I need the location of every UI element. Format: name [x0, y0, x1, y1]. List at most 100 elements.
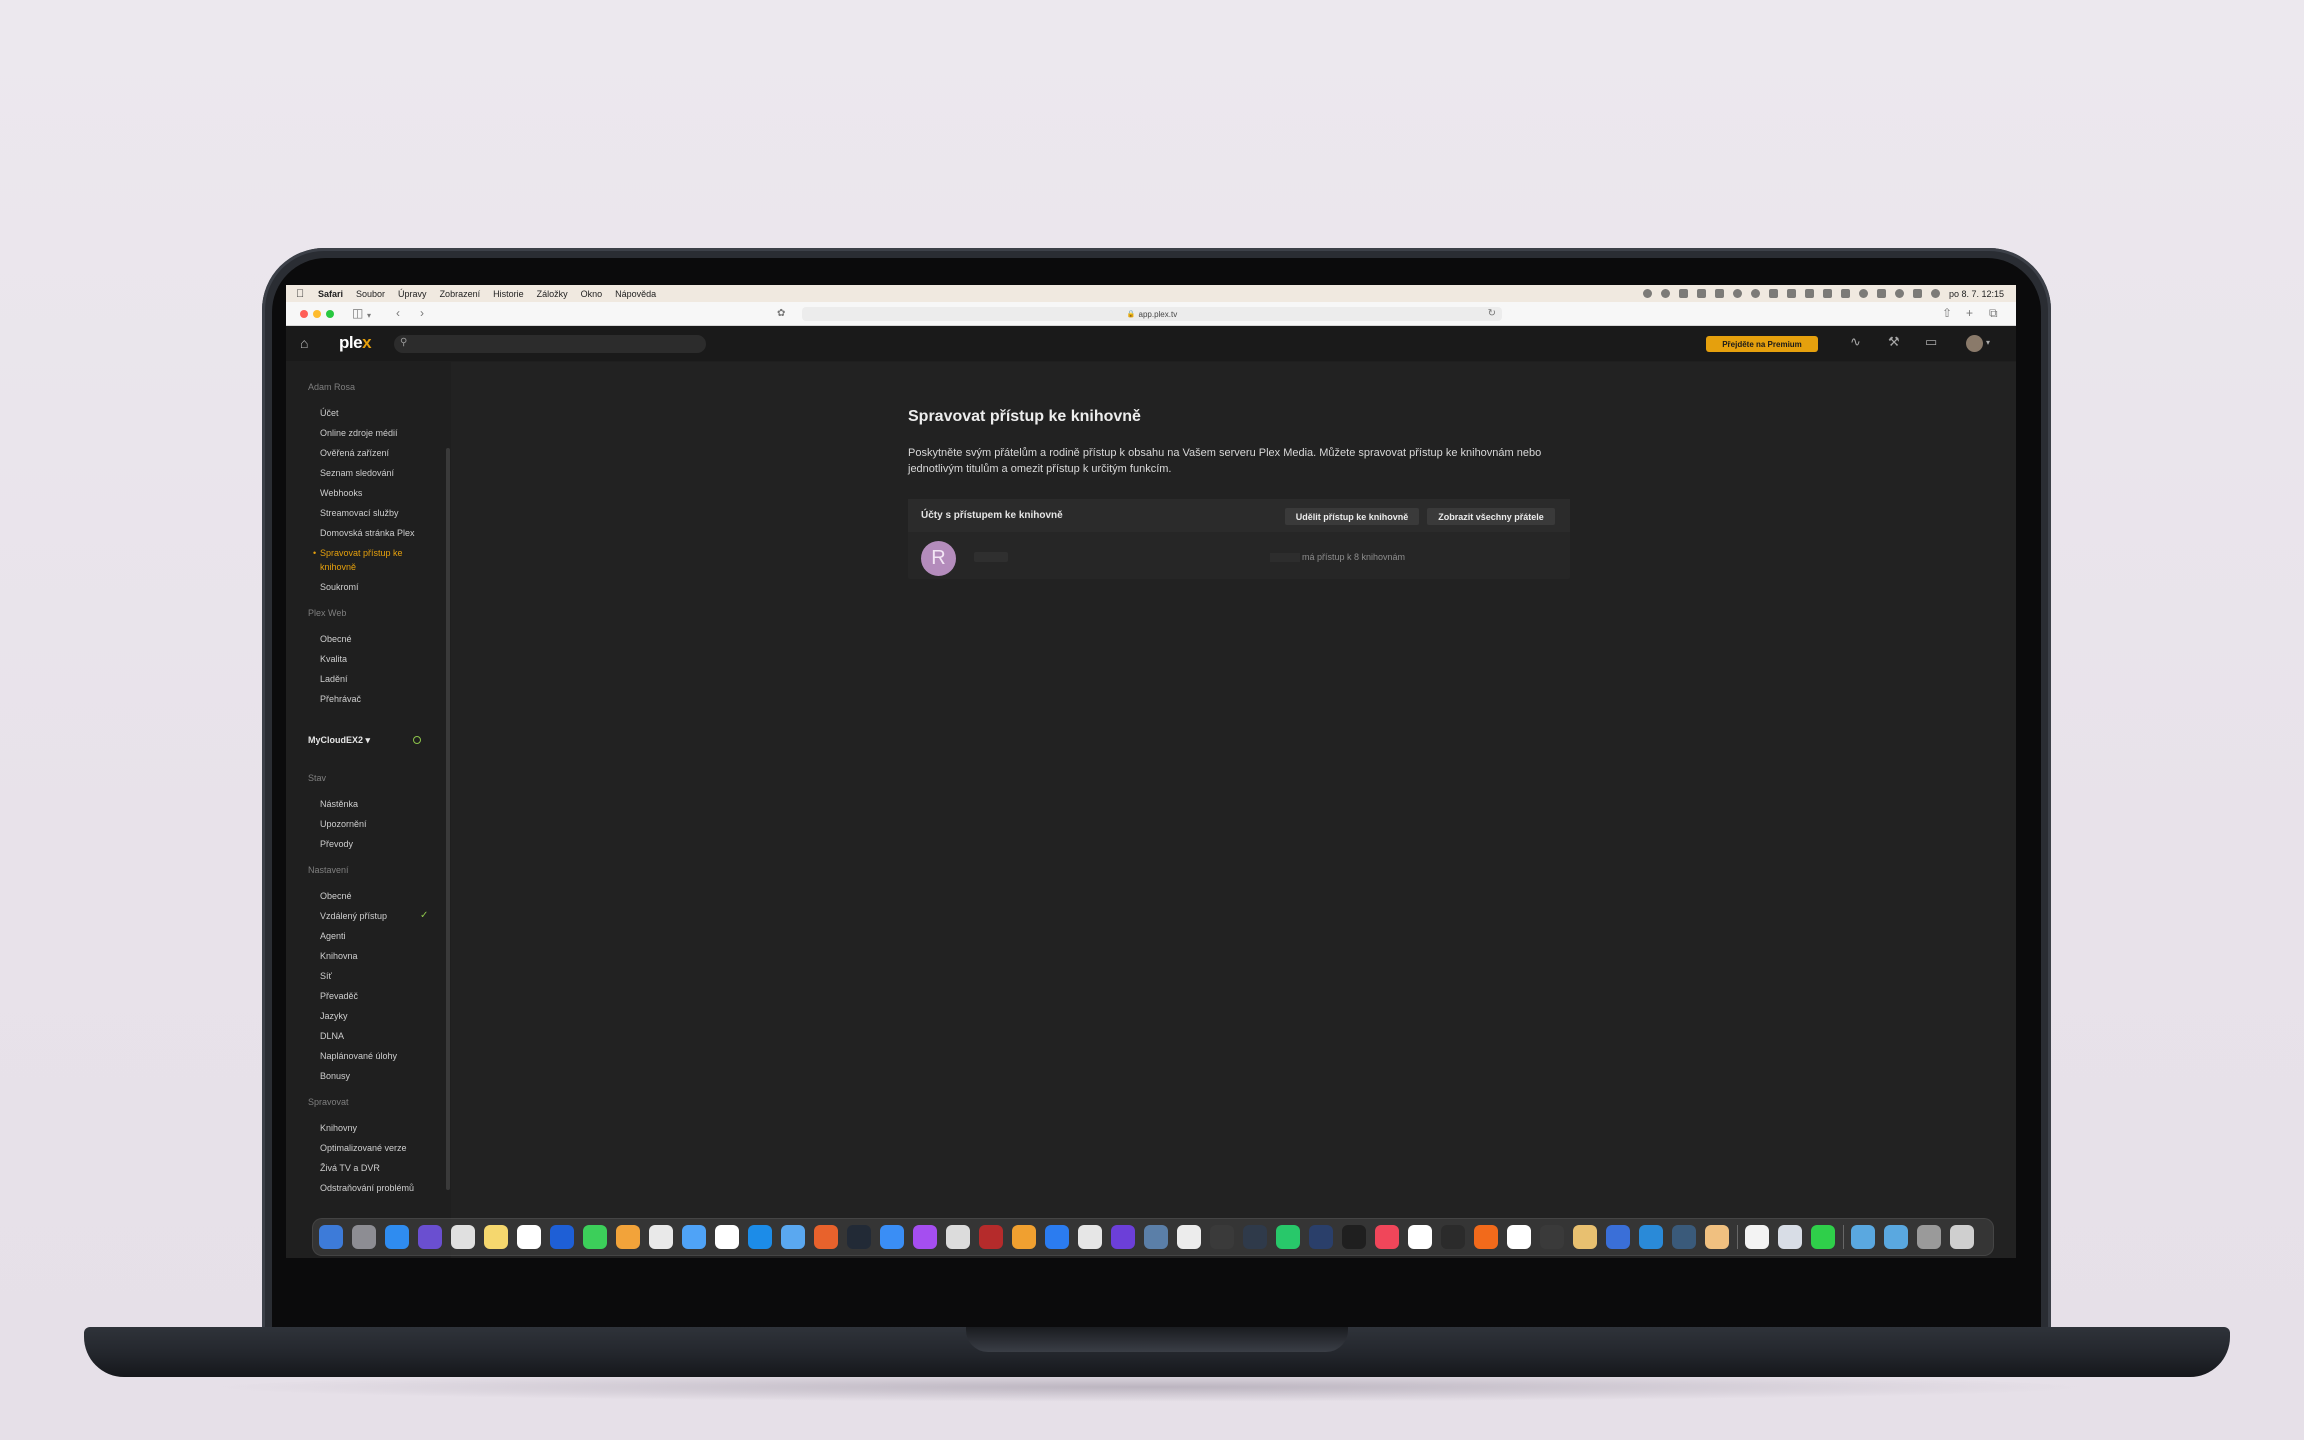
status-app-icon[interactable]	[1768, 289, 1778, 298]
menu-zalozky[interactable]: Záložky	[537, 289, 568, 299]
menu-soubor[interactable]: Soubor	[356, 289, 385, 299]
sidebar-item-authorized-devices[interactable]: Ověřená zařízení	[320, 448, 389, 458]
brightness-icon[interactable]	[1750, 289, 1760, 298]
applications-folder-icon[interactable]	[1851, 1225, 1875, 1249]
sidebar-item-debug[interactable]: Ladění	[320, 674, 348, 684]
app-icon[interactable]	[1672, 1225, 1696, 1249]
reminders-icon[interactable]	[517, 1225, 541, 1249]
messages-icon[interactable]	[583, 1225, 607, 1249]
menu-napoveda[interactable]: Nápověda	[615, 289, 656, 299]
cloud-app-icon[interactable]	[781, 1225, 805, 1249]
app-icon[interactable]	[1309, 1225, 1333, 1249]
new-tab-icon[interactable]: +	[1966, 307, 1973, 319]
chevron-down-icon[interactable]: ▾	[367, 310, 371, 322]
finder-icon[interactable]	[319, 1225, 343, 1249]
close-window-icon[interactable]	[300, 310, 308, 318]
app-icon[interactable]	[1639, 1225, 1663, 1249]
sidebar-item-web-general[interactable]: Obecné	[320, 634, 352, 644]
sidebar-item-live-tv-dvr[interactable]: Živá TV a DVR	[320, 1163, 380, 1173]
activity-icon[interactable]: ∿	[1850, 335, 1861, 349]
facetime-icon[interactable]	[1811, 1225, 1835, 1249]
user-avatar[interactable]: R	[921, 541, 956, 576]
siri-icon[interactable]	[418, 1225, 442, 1249]
dictionary-icon[interactable]	[979, 1225, 1003, 1249]
user-access-summary[interactable]: má přístup k 8 knihovnám	[1270, 552, 1405, 563]
app-icon[interactable]	[1342, 1225, 1366, 1249]
menu-upravy[interactable]: Úpravy	[398, 289, 427, 299]
app-icon[interactable]	[1408, 1225, 1432, 1249]
pages-icon[interactable]	[1012, 1225, 1036, 1249]
sidebar-item-manage-library-access[interactable]: • Spravovat přístup ke	[313, 548, 403, 558]
spotlight-search-icon[interactable]	[1894, 289, 1904, 298]
app-icon[interactable]	[1745, 1225, 1769, 1249]
launchpad-icon[interactable]	[451, 1225, 475, 1249]
sidebar-item-privacy[interactable]: Soukromí	[320, 582, 359, 592]
sidebar-item-conversions[interactable]: Převody	[320, 839, 353, 849]
apple-menu-icon[interactable]: 	[296, 288, 308, 300]
menu-zobrazeni[interactable]: Zobrazení	[440, 289, 481, 299]
app-icon[interactable]	[1606, 1225, 1630, 1249]
sidebar-item-dlna[interactable]: DLNA	[320, 1031, 344, 1041]
menubar-clock[interactable]: po 8. 7. 12:15	[1949, 289, 2004, 299]
downloads-folder-icon[interactable]	[1884, 1225, 1908, 1249]
sidebar-item-languages[interactable]: Jazyky	[320, 1011, 348, 1021]
show-all-friends-button[interactable]: Zobrazit všechny přátele	[1427, 508, 1555, 525]
menu-historie[interactable]: Historie	[493, 289, 524, 299]
sidebar-scrollbar[interactable]	[446, 448, 450, 1190]
app-icon[interactable]	[1045, 1225, 1069, 1249]
app-icon[interactable]	[748, 1225, 772, 1249]
status-app-icon[interactable]	[1714, 289, 1724, 298]
go-premium-button[interactable]: Přejděte na Premium	[1706, 336, 1818, 352]
sidebar-item-quality[interactable]: Kvalita	[320, 654, 347, 664]
calendar-icon[interactable]	[715, 1225, 739, 1249]
status-app-icon[interactable]	[1696, 289, 1706, 298]
mail-icon[interactable]	[682, 1225, 706, 1249]
wifi-icon[interactable]	[1876, 289, 1886, 298]
photos-icon[interactable]	[649, 1225, 673, 1249]
status-app-icon[interactable]	[1840, 289, 1850, 298]
app-icon[interactable]	[1144, 1225, 1168, 1249]
sidebar-toggle-icon[interactable]: ◫	[352, 307, 363, 319]
eject-icon[interactable]	[1804, 289, 1814, 298]
safari-icon[interactable]	[880, 1225, 904, 1249]
siri-icon[interactable]	[1930, 289, 1940, 298]
app-icon[interactable]	[1778, 1225, 1802, 1249]
zoom-window-icon[interactable]	[326, 310, 334, 318]
search-input[interactable]: ⚲	[394, 335, 706, 353]
app-icon[interactable]	[1111, 1225, 1135, 1249]
cast-icon[interactable]: ▭	[1925, 335, 1937, 349]
plex-logo[interactable]: plex	[339, 333, 372, 353]
app-icon[interactable]	[1705, 1225, 1729, 1249]
chevron-down-icon[interactable]: ▾	[1986, 338, 1990, 347]
firefox-icon[interactable]	[814, 1225, 838, 1249]
sidebar-item-agents[interactable]: Agenti	[320, 931, 346, 941]
control-center-icon[interactable]	[1912, 289, 1922, 298]
sidebar-item-remote-access[interactable]: Vzdálený přístup	[320, 911, 387, 921]
share-icon[interactable]: ⇧	[1942, 307, 1952, 319]
final-cut-icon[interactable]	[1177, 1225, 1201, 1249]
volume-icon[interactable]	[1822, 289, 1832, 298]
sidebar-item-network[interactable]: Síť	[320, 971, 332, 981]
sidebar-item-account[interactable]: Účet	[320, 408, 339, 418]
sidebar-item-optimized-versions[interactable]: Optimalizované verze	[320, 1143, 407, 1153]
sidebar-item-alerts[interactable]: Upozornění	[320, 819, 367, 829]
weather-icon[interactable]	[1573, 1225, 1597, 1249]
sidebar-item-server-general[interactable]: Obecné	[320, 891, 352, 901]
app-icon[interactable]	[1210, 1225, 1234, 1249]
sidebar-item-scheduled-tasks[interactable]: Naplánované úlohy	[320, 1051, 397, 1061]
creative-cloud-icon[interactable]	[1507, 1225, 1531, 1249]
activity-monitor-icon[interactable]	[1276, 1225, 1300, 1249]
sidebar-item-label-line2[interactable]: knihovně	[320, 562, 356, 572]
sidebar-item-watchlist[interactable]: Seznam sledování	[320, 468, 394, 478]
music-icon[interactable]	[1375, 1225, 1399, 1249]
tab-overview-icon[interactable]: ⧉	[1989, 307, 1998, 319]
status-app-icon[interactable]	[1660, 289, 1670, 298]
sidebar-item-library[interactable]: Knihovna	[320, 951, 358, 961]
reload-icon[interactable]: ↻	[1488, 308, 1496, 319]
sidebar-item-transcoder[interactable]: Převaděč	[320, 991, 358, 1001]
forward-icon[interactable]: ›	[420, 307, 424, 319]
notes-icon[interactable]	[484, 1225, 508, 1249]
status-app-icon[interactable]	[1642, 289, 1652, 298]
settings-wrench-icon[interactable]: ⚒	[1888, 335, 1900, 349]
status-app-icon[interactable]	[1678, 289, 1688, 298]
